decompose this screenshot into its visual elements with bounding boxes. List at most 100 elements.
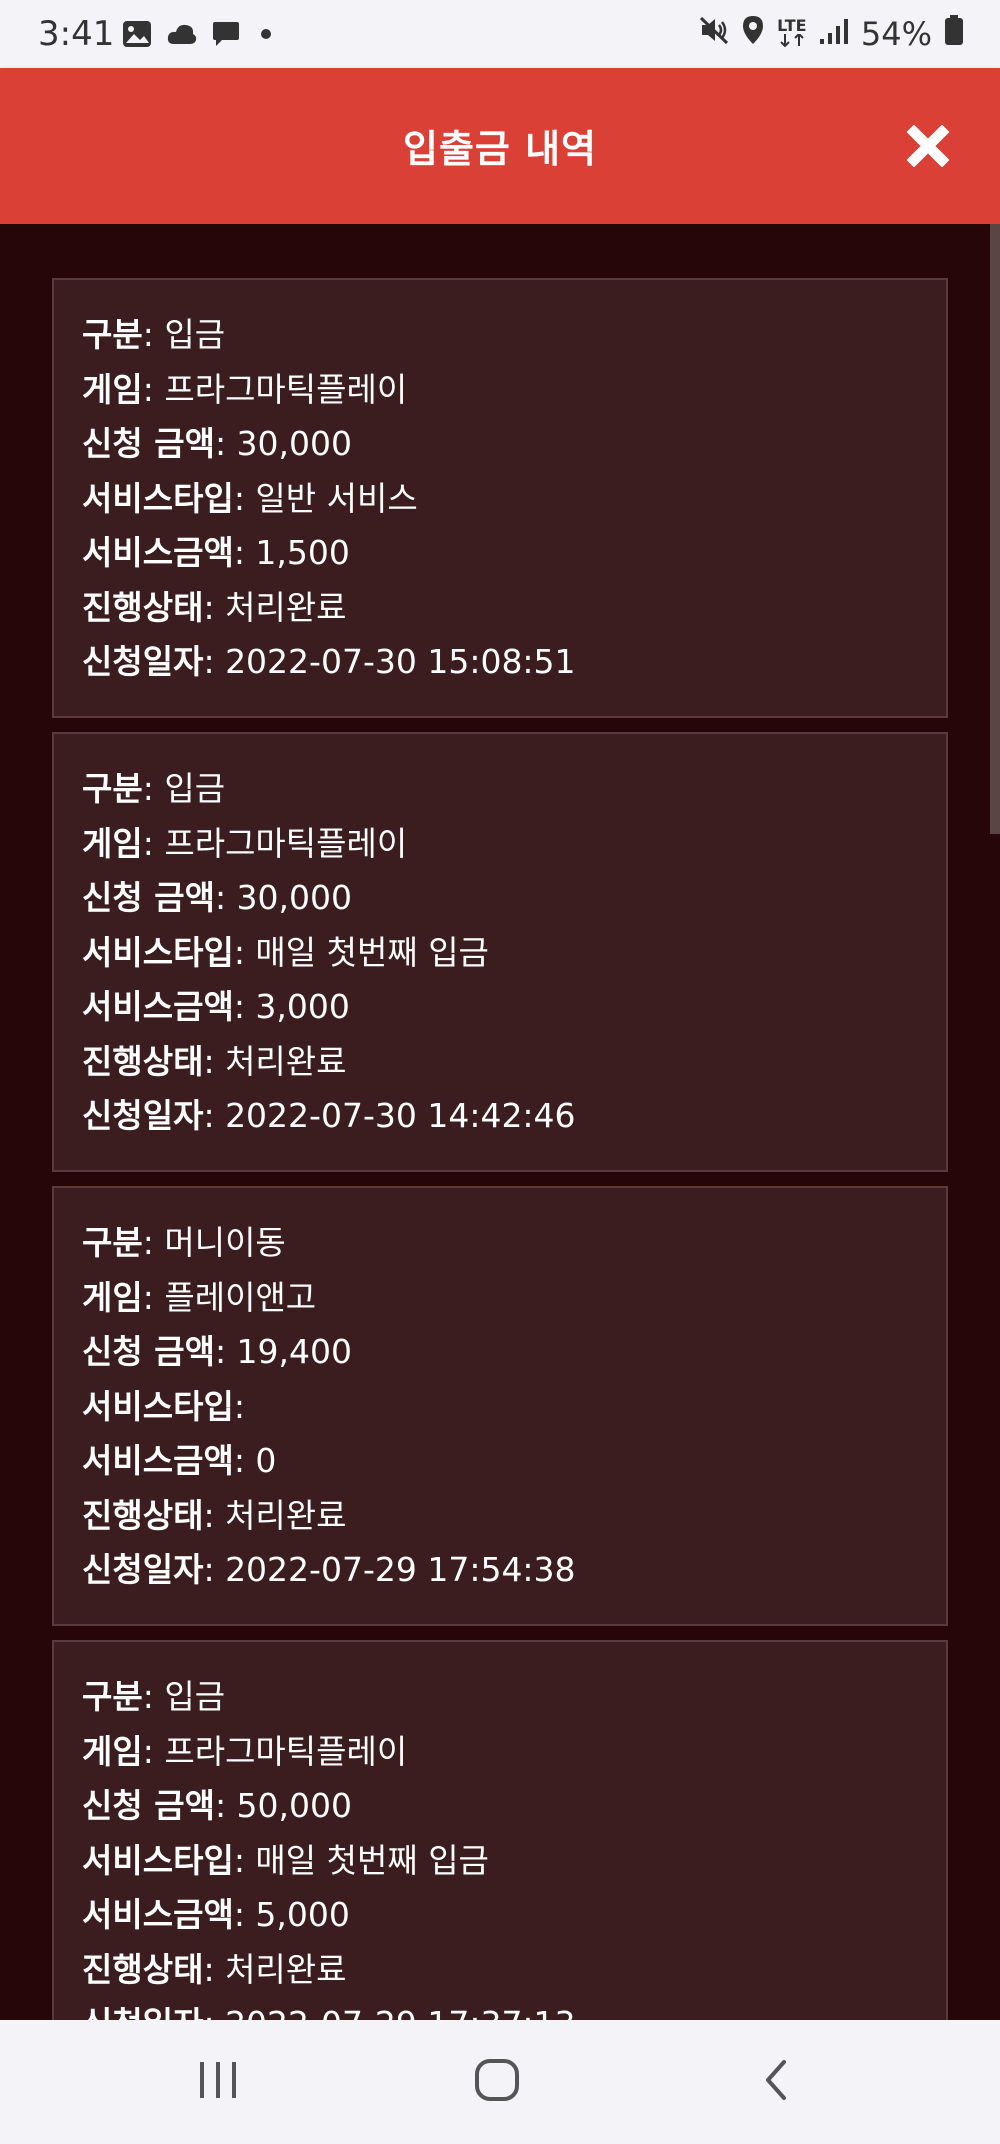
game-value: 프라그마틱플레이	[164, 1731, 408, 1771]
type-row: 구분: 머니이동	[82, 1223, 286, 1262]
date-value: 2022-07-30 14:42:46	[225, 1096, 576, 1135]
date-row: 신청일자: 2022-07-30 15:08:51	[82, 642, 576, 681]
status-label: 진행상태	[82, 1041, 204, 1081]
amount-row: 신청 금액: 50,000	[82, 1786, 353, 1825]
amount-value: 19,400	[236, 1332, 353, 1371]
type-label: 구분	[82, 1223, 143, 1262]
game-row: 게임: 프라그마틱플레이	[82, 1731, 408, 1771]
amount-value: 30,000	[236, 424, 353, 463]
service-type-value: 매일 첫번째 입금	[255, 1840, 489, 1880]
service-amount-label: 서비스금액	[82, 987, 234, 1026]
service-type-value: 일반 서비스	[255, 478, 418, 518]
type-value: 머니이동	[164, 1223, 286, 1262]
amount-label: 신청 금액	[82, 1786, 215, 1825]
game-label: 게임	[82, 369, 143, 409]
type-label: 구분	[82, 769, 143, 808]
type-row: 구분: 입금	[82, 769, 226, 808]
transaction-card: 구분: 입금 게임: 프라그마틱플레이 신청 금액: 30,000 서비스타입:…	[52, 278, 948, 718]
home-icon	[475, 2059, 519, 2101]
cloud-icon	[166, 22, 198, 50]
game-row: 게임: 프라그마틱플레이	[82, 823, 408, 863]
system-icons: LTE 54%	[699, 14, 964, 54]
back-icon	[766, 2060, 786, 2100]
dot-icon	[254, 20, 278, 52]
game-row: 게임: 플레이앤고	[82, 1277, 317, 1317]
status-value: 처리완료	[225, 1041, 347, 1081]
amount-value: 30,000	[236, 878, 353, 917]
status-row: 진행상태: 처리완료	[82, 1949, 347, 1989]
date-label: 신청일자	[82, 642, 204, 681]
service-type-label: 서비스타입	[82, 1386, 234, 1426]
game-label: 게임	[82, 1731, 143, 1771]
date-label: 신청일자	[82, 1096, 204, 1135]
service-amount-row: 서비스금액: 1,500	[82, 533, 350, 572]
type-row: 구분: 입금	[82, 1677, 226, 1716]
signal-icon	[819, 15, 849, 53]
amount-label: 신청 금액	[82, 1332, 215, 1371]
service-type-row: 서비스타입: 매일 첫번째 입금	[82, 932, 489, 972]
date-row: 신청일자: 2022-07-29 17:54:38	[82, 1550, 576, 1589]
service-amount-value: 3,000	[255, 987, 350, 1026]
status-time: 3:41	[38, 14, 115, 54]
transaction-list: 구분: 입금 게임: 프라그마틱플레이 신청 금액: 30,000 서비스타입:…	[52, 278, 948, 2020]
status-row: 진행상태: 처리완료	[82, 1495, 347, 1535]
amount-label: 신청 금액	[82, 424, 215, 463]
status-value: 처리완료	[225, 587, 347, 627]
service-type-value: 매일 첫번째 입금	[255, 932, 489, 972]
date-row: 신청일자: 2022-07-29 17:37:13	[82, 1997, 918, 2020]
lte-label: LTE	[777, 15, 807, 35]
page-title: 입출금 내역	[402, 127, 598, 171]
service-amount-label: 서비스금액	[82, 533, 234, 572]
service-amount-label: 서비스금액	[82, 1441, 234, 1480]
amount-row: 신청 금액: 19,400	[82, 1332, 353, 1371]
game-value: 플레이앤고	[164, 1277, 317, 1317]
app-header: 입출금 내역	[0, 68, 1000, 224]
status-value: 처리완료	[225, 1495, 347, 1535]
status-value: 처리완료	[225, 1949, 347, 1989]
type-row: 구분: 입금	[82, 315, 226, 354]
back-button[interactable]	[756, 2056, 796, 2108]
service-type-label: 서비스타입	[82, 932, 234, 972]
amount-row: 신청 금액: 30,000	[82, 424, 353, 463]
status-row: 진행상태: 처리완료	[82, 1041, 347, 1081]
game-row: 게임: 프라그마틱플레이	[82, 369, 408, 409]
type-value: 입금	[164, 769, 226, 808]
close-button[interactable]	[900, 118, 956, 174]
gallery-icon	[122, 20, 152, 52]
close-icon	[907, 125, 949, 167]
service-type-label: 서비스타입	[82, 478, 234, 518]
service-amount-row: 서비스금액: 5,000	[82, 1895, 350, 1934]
service-amount-row: 서비스금액: 3,000	[82, 987, 350, 1026]
chat-icon	[212, 20, 240, 52]
service-amount-label: 서비스금액	[82, 1895, 234, 1934]
date-label: 신청일자	[82, 2004, 203, 2020]
scrollbar[interactable]	[990, 224, 1000, 834]
game-label: 게임	[82, 823, 143, 863]
transaction-card: 구분: 머니이동 게임: 플레이앤고 신청 금액: 19,400 서비스타입: …	[52, 1186, 948, 1626]
service-type-label: 서비스타입	[82, 1840, 234, 1880]
status-label: 진행상태	[82, 587, 204, 627]
battery-icon	[944, 14, 964, 54]
service-amount-value: 0	[255, 1441, 277, 1480]
status-bar: 3:41 LTE 54%	[0, 0, 1000, 68]
transaction-list-area[interactable]: 구분: 입금 게임: 프라그마틱플레이 신청 금액: 30,000 서비스타입:…	[0, 224, 1000, 2020]
service-type-row: 서비스타입: 매일 첫번째 입금	[82, 1840, 489, 1880]
service-amount-value: 1,500	[255, 533, 350, 572]
amount-row: 신청 금액: 30,000	[82, 878, 353, 917]
home-button[interactable]	[472, 2056, 522, 2108]
type-value: 입금	[164, 315, 226, 354]
game-label: 게임	[82, 1277, 143, 1317]
transaction-card: 구분: 입금 게임: 프라그마틱플레이 신청 금액: 30,000 서비스타입:…	[52, 732, 948, 1172]
recent-apps-button[interactable]	[196, 2056, 240, 2108]
recent-apps-icon	[200, 2062, 236, 2098]
status-label: 진행상태	[82, 1495, 204, 1535]
date-label: 신청일자	[82, 1550, 204, 1589]
mute-icon	[699, 15, 729, 53]
date-row: 신청일자: 2022-07-30 14:42:46	[82, 1096, 576, 1135]
status-row: 진행상태: 처리완료	[82, 587, 347, 627]
service-type-row: 서비스타입: 일반 서비스	[82, 478, 418, 518]
notification-icons	[122, 20, 278, 52]
game-value: 프라그마틱플레이	[164, 823, 408, 863]
transaction-card: 구분: 입금 게임: 프라그마틱플레이 신청 금액: 50,000 서비스타입:…	[52, 1640, 948, 2020]
service-type-row: 서비스타입:	[82, 1386, 245, 1426]
